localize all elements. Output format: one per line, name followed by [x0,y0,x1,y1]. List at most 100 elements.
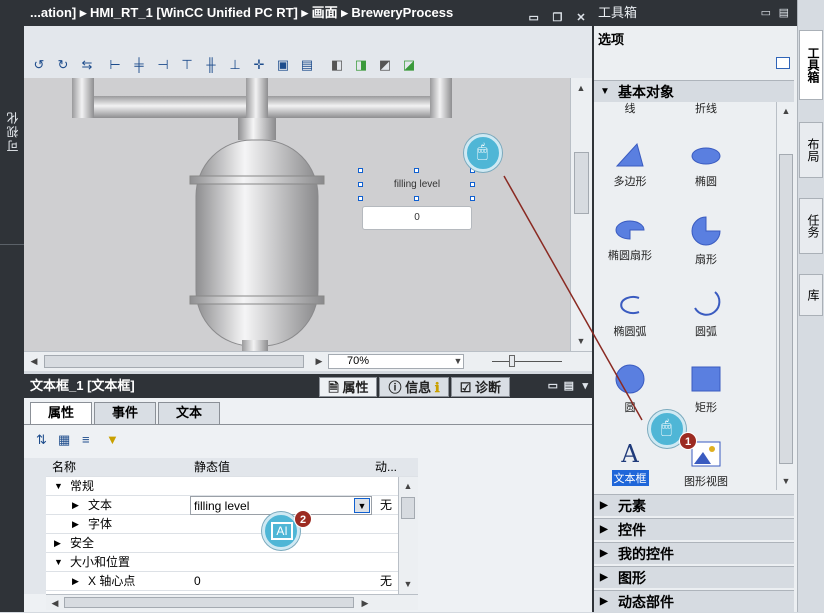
expand-icon[interactable]: ▼ [54,553,63,572]
restore-icon[interactable]: ▭ [761,0,771,26]
tool-text-box[interactable]: A 文本框 [600,440,660,486]
send-back-icon[interactable]: ◨ [352,56,370,74]
screen-canvas[interactable] [24,78,570,351]
selection-handle[interactable] [414,168,419,173]
tool-line[interactable]: 线 [600,102,660,116]
zoom-slider-thumb[interactable] [509,355,515,367]
minimize-icon[interactable]: ▭ [527,11,541,25]
same-width-icon[interactable]: ▣ [274,56,292,74]
tool-circle[interactable]: 圆 [600,364,660,415]
align-top-icon[interactable]: ⊤ [178,56,196,74]
tool-polyline[interactable]: 折线 [676,102,736,116]
dropdown-icon[interactable]: ▾ [582,374,588,398]
expand-icon[interactable]: ▶ [72,496,79,515]
zoom-slider[interactable] [492,361,562,362]
section-graphics[interactable]: ▶ 图形 [594,566,794,588]
align-right-icon[interactable]: ⊣ [154,56,172,74]
section-dynamic-widgets[interactable]: ▶ 动态部件 [594,590,794,612]
align-left-icon[interactable]: ⊢ [106,56,124,74]
view-mode-icon[interactable] [776,57,790,69]
inner-tab-events[interactable]: 事件 [94,402,156,424]
section-elements[interactable]: ▶ 元素 [594,494,794,516]
selection-handle[interactable] [358,196,363,201]
selection-handle[interactable] [358,168,363,173]
dynamic-value[interactable]: 无 [372,496,400,515]
tab-info[interactable]: ⓘ 信息 ℹ [379,377,449,397]
expand-icon[interactable]: ▶ [54,534,61,553]
close-icon[interactable]: ✕ [574,11,588,25]
visualization-label[interactable]: 可视化 [4,110,20,152]
bring-front-icon[interactable]: ◧ [328,56,346,74]
tool-polygon[interactable]: 多边形 [600,142,660,189]
zoom-dropdown-icon[interactable]: ▼ [451,354,465,368]
scroll-thumb[interactable] [44,355,304,368]
table-row[interactable]: ▶ 安全 [24,534,418,553]
scroll-thumb[interactable] [574,152,589,214]
align-center-icon[interactable]: ╪ [130,56,148,74]
selection-handle[interactable] [414,196,419,201]
table-row[interactable]: ▶ 文本 filling level ▼ 无 [24,496,418,515]
inner-tab-texts[interactable]: 文本 [158,402,220,424]
canvas-horizontal-scrollbar[interactable]: ◀ ▶ ▶ 70% ▼ [24,351,592,371]
align-bottom-icon[interactable]: ⊥ [226,56,244,74]
selection-handle[interactable] [470,182,475,187]
tab-diagnostics[interactable]: ☑ 诊断 [450,377,510,397]
align-middle-icon[interactable]: ╫ [202,56,220,74]
scroll-left-icon[interactable]: ◀ [48,596,62,610]
table-row[interactable]: ▼ 大小和位置 [24,553,418,572]
scroll-right-icon[interactable]: ▶ [358,596,372,610]
restore-icon[interactable]: ❐ [550,11,564,25]
side-tab-toolbox[interactable]: 工具箱 [799,30,823,100]
scroll-right-icon[interactable]: ▶ [312,354,326,368]
table-row[interactable]: ▶ 字体 [24,515,418,534]
scroll-up-icon[interactable]: ▲ [401,479,415,493]
table-vertical-scrollbar[interactable]: ▲ ▼ [398,477,418,594]
canvas-vertical-scrollbar[interactable]: ▲ ▼ [570,78,592,351]
selection-handle[interactable] [470,196,475,201]
scroll-thumb[interactable] [64,597,354,608]
scroll-down-icon[interactable]: ▼ [401,577,415,591]
scroll-up-icon[interactable]: ▲ [779,104,793,118]
filling-level-text[interactable]: filling level [360,172,474,198]
rotate-left-icon[interactable]: ↺ [30,56,48,74]
expand-icon[interactable]: ▶ [72,515,79,534]
tool-elliptical-arc[interactable]: 椭圆弧 [600,292,660,339]
tool-ellipse[interactable]: 椭圆 [676,142,736,189]
list-view-icon[interactable]: ≡ [82,432,90,447]
table-horizontal-scrollbar[interactable]: ◀ ▶ [46,594,418,610]
ungroup-icon[interactable]: ◪ [400,56,418,74]
scroll-down-icon[interactable]: ▼ [574,334,588,348]
zoom-select[interactable]: 70% [328,354,464,369]
combo-dropdown-icon[interactable]: ▼ [354,498,370,513]
scroll-down-icon[interactable]: ▼ [779,474,793,488]
scroll-thumb[interactable] [401,497,415,519]
tool-circle-segment[interactable]: 扇形 [676,216,736,267]
filter-icon[interactable]: ▼ [106,432,119,447]
scroll-thumb[interactable] [779,154,793,464]
selection-handle[interactable] [358,182,363,187]
brewery-tank-graphic[interactable] [24,78,570,351]
tool-ellipse-segment[interactable]: 椭圆扇形 [600,216,660,263]
expand-icon[interactable]: ▶ [72,572,79,591]
sort-icon[interactable]: ⇅ [36,432,47,448]
side-tab-libraries[interactable]: 库 [799,274,823,316]
dynamic-value[interactable]: 无 [372,572,400,591]
tab-properties[interactable]: 🗎 属性 [319,377,378,397]
collapse-icon[interactable]: ▭ [548,374,558,398]
distribute-icon[interactable]: ✛ [250,56,268,74]
maximize-icon[interactable]: ▤ [564,374,574,398]
x-pivot-value[interactable]: 0 [190,572,372,591]
group-icon[interactable]: ◩ [376,56,394,74]
scroll-left-icon[interactable]: ◀ [27,354,41,368]
expand-icon[interactable]: ▼ [54,477,63,496]
table-row[interactable]: ▼ 常规 [24,477,418,496]
side-tab-layout[interactable]: 布局 [799,122,823,178]
group-view-icon[interactable]: ▦ [58,432,70,448]
tool-circular-arc[interactable]: 圆弧 [676,288,736,339]
tool-rectangle[interactable]: 矩形 [676,364,736,415]
inner-tab-properties[interactable]: 属性 [30,402,92,424]
same-height-icon[interactable]: ▤ [298,56,316,74]
scroll-up-icon[interactable]: ▲ [574,81,588,95]
section-my-controls[interactable]: ▶ 我的控件 [594,542,794,564]
rotate-right-icon[interactable]: ↻ [54,56,72,74]
